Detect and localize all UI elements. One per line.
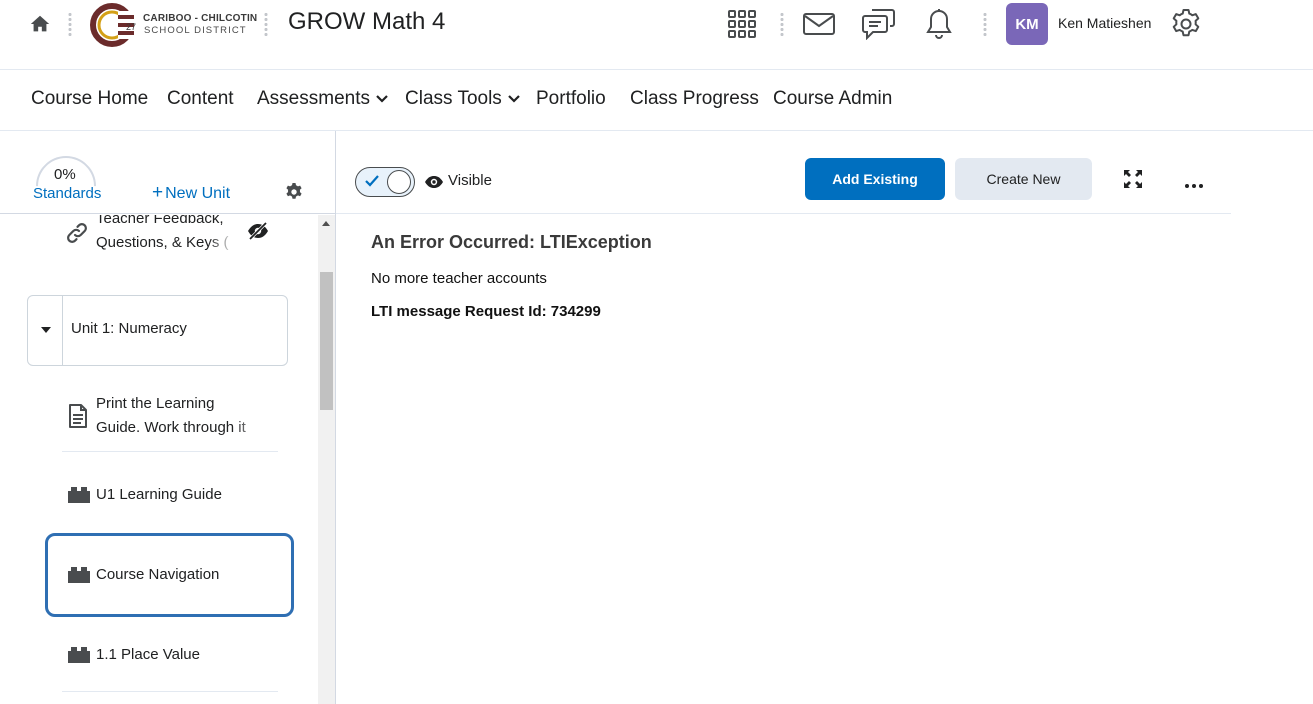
course-title[interactable]: GROW Math 4: [288, 8, 445, 36]
unit-1-header[interactable]: Unit 1: Numeracy: [27, 295, 288, 366]
toc-scrollbar[interactable]: [318, 215, 335, 704]
toc-separator: [62, 691, 278, 692]
chevron-down-icon: [376, 95, 388, 103]
logo-line2: SCHOOL DISTRICT: [144, 25, 247, 36]
toc-settings-gear-icon[interactable]: [284, 182, 304, 202]
focus-ring: [45, 533, 294, 617]
toc-item-label: 1.1 Place Value: [96, 646, 200, 663]
chat-icon[interactable]: [862, 8, 896, 45]
content-frame: An Error Occurred: LTIException No more …: [371, 232, 1231, 320]
unit-label: Unit 1: Numeracy: [71, 320, 187, 337]
nav-class-tools[interactable]: Class Tools: [405, 88, 520, 110]
more-options-icon[interactable]: [1184, 176, 1204, 194]
new-unit-button[interactable]: + New Unit: [152, 182, 230, 204]
scrollbar-thumb[interactable]: [320, 272, 333, 410]
nav-course-home[interactable]: Course Home: [31, 88, 148, 110]
toc-item-place-value[interactable]: 1.1 Place Value: [60, 643, 278, 667]
content-toolbar: Visible Add Existing Create New: [336, 144, 1231, 214]
scroll-up-arrow-icon[interactable]: [322, 221, 330, 226]
document-icon: [68, 404, 88, 436]
nav-course-admin[interactable]: Course Admin: [773, 88, 892, 110]
chevron-down-icon: [508, 95, 520, 103]
visibility-toggle[interactable]: [355, 167, 415, 197]
home-icon[interactable]: [29, 13, 51, 35]
bell-icon[interactable]: [925, 8, 953, 45]
header-divider: [780, 12, 784, 36]
error-message: No more teacher accounts: [371, 270, 547, 287]
unit-divider: [62, 296, 63, 365]
eye-icon: [425, 176, 443, 188]
top-header: 27 CARIBOO - CHILCOTIN SCHOOL DISTRICT G…: [0, 0, 1313, 70]
lti-brick-icon: [67, 645, 91, 673]
create-new-button[interactable]: Create New: [955, 158, 1092, 200]
toggle-knob: [387, 170, 411, 194]
header-divider: [68, 12, 72, 36]
toc-list: Teacher Feedback, Questions, & Keys ( Un…: [0, 215, 318, 704]
header-divider: [264, 12, 268, 36]
header-divider: [983, 12, 987, 36]
request-id: LTI message Request Id: 734299: [371, 303, 601, 320]
gear-icon[interactable]: [1170, 8, 1202, 45]
course-navbar: Course Home Content Assessments Class To…: [0, 70, 1313, 131]
add-existing-button[interactable]: Add Existing: [805, 158, 945, 200]
avatar[interactable]: KM: [1006, 3, 1048, 45]
district-logo[interactable]: 27 CARIBOO - CHILCOTIN SCHOOL DISTRICT: [88, 3, 257, 47]
nav-class-progress[interactable]: Class Progress: [630, 88, 759, 110]
toc-item-print-learning-guide[interactable]: Print the Learning Guide. Work through i…: [60, 392, 278, 444]
fullscreen-icon[interactable]: [1123, 169, 1143, 194]
caret-down-icon[interactable]: [41, 327, 51, 333]
checkmark-icon: [365, 175, 379, 187]
error-title: An Error Occurred: LTIException: [371, 232, 652, 252]
standards-percent: 0%: [54, 166, 76, 183]
toc-item-label: Guide. Work through it: [96, 419, 246, 436]
toc-header: 0% Standards + New Unit: [0, 131, 336, 229]
toc-item-u1-learning-guide[interactable]: U1 Learning Guide: [60, 483, 278, 507]
toc-item-label: Print the Learning: [96, 395, 215, 412]
lti-brick-icon: [67, 485, 91, 513]
plus-icon: +: [152, 182, 164, 203]
toc-item-label: Questions, & Keys (: [96, 234, 229, 251]
toc-item-teacher-feedback[interactable]: Teacher Feedback, Questions, & Keys (: [60, 215, 278, 259]
standards-link[interactable]: Standards: [33, 185, 101, 202]
logo-line1: CARIBOO - CHILCOTIN: [143, 13, 258, 24]
visibility-label: Visible: [448, 172, 492, 189]
nav-assessments[interactable]: Assessments: [257, 88, 388, 110]
waffle-grid-icon[interactable]: [728, 10, 756, 43]
link-icon: [65, 221, 89, 253]
nav-content[interactable]: Content: [167, 88, 234, 110]
toc-item-label: Teacher Feedback,: [96, 215, 224, 227]
table-of-contents-panel: 0% Standards + New Unit Teacher Feedback,…: [0, 131, 336, 704]
toc-item-label: U1 Learning Guide: [96, 486, 222, 503]
district-logo-mark: 27: [90, 3, 136, 47]
toc-separator: [62, 451, 278, 452]
user-name[interactable]: Ken Matieshen: [1058, 15, 1151, 31]
svg-text:27: 27: [126, 22, 136, 32]
mail-icon[interactable]: [803, 13, 835, 40]
hidden-eye-icon: [247, 221, 269, 249]
nav-portfolio[interactable]: Portfolio: [536, 88, 606, 110]
